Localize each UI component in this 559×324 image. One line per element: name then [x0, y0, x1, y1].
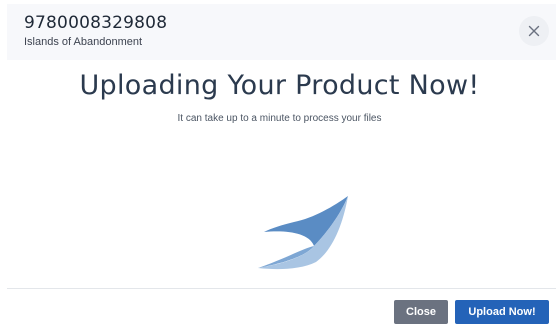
- close-button[interactable]: Close: [394, 300, 448, 324]
- product-isbn: 9780008329808: [24, 13, 168, 33]
- modal-header: 9780008329808 Islands of Abandonment: [7, 4, 556, 60]
- upload-heading: Uploading Your Product Now!: [79, 70, 480, 101]
- upload-modal: 9780008329808 Islands of Abandonment Upl…: [0, 0, 559, 324]
- loading-leaf-icon: [258, 196, 348, 270]
- close-icon[interactable]: [519, 16, 549, 46]
- upload-subtext: It can take up to a minute to process yo…: [177, 113, 382, 124]
- modal-body: Uploading Your Product Now! It can take …: [0, 60, 559, 288]
- upload-now-button[interactable]: Upload Now!: [455, 300, 549, 324]
- footer-divider: [7, 288, 556, 289]
- product-title: Islands of Abandonment: [24, 36, 143, 48]
